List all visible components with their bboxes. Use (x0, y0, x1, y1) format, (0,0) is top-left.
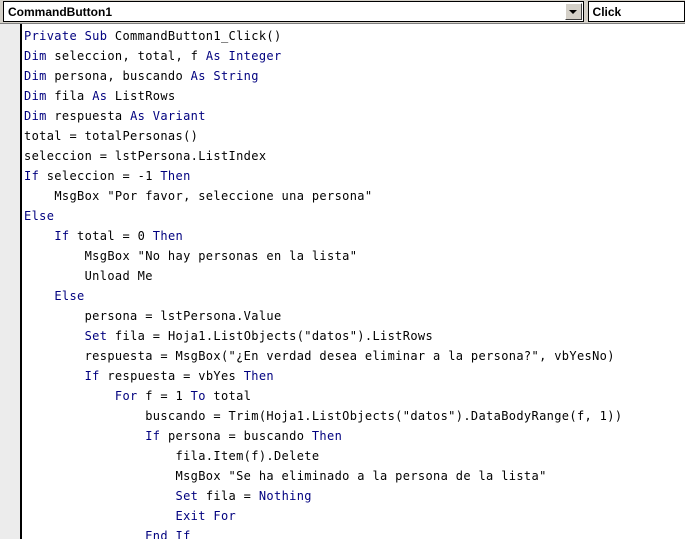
code-keyword: If (54, 229, 78, 243)
code-keyword: If (84, 369, 108, 383)
code-text: ListRows (114, 89, 176, 103)
code-text: persona = buscando (167, 429, 312, 443)
code-line: Else (24, 286, 685, 306)
code-keyword: Else (54, 289, 85, 303)
code-line: MsgBox "Se ha eliminado a la persona de … (24, 466, 685, 486)
code-keyword: Then (152, 229, 184, 243)
code-pane[interactable]: Private Sub CommandButton1_Click() Dim se… (0, 23, 685, 539)
code-text: respuesta = MsgBox("¿En verdad desea eli… (84, 349, 615, 363)
code-keyword: Set (84, 329, 115, 343)
object-combo[interactable]: CommandButton1 (3, 1, 584, 22)
code-keyword: If (145, 429, 168, 443)
code-keyword: As (92, 89, 115, 103)
code-line: If persona = buscando Then (24, 426, 685, 446)
code-window-toolbar: CommandButton1 Click (0, 0, 685, 23)
object-combo-value: CommandButton1 (8, 4, 112, 19)
code-line: If respuesta = vbYes Then (24, 366, 685, 386)
code-text: f = 1 (145, 389, 191, 403)
code-keyword: Private Sub (24, 29, 115, 43)
code-line: Dim seleccion, total, f As Integer (24, 46, 685, 66)
code-keyword: As String (190, 69, 259, 83)
code-line: Set fila = Hoja1.ListObjects("datos").Li… (24, 326, 685, 346)
code-text: persona, buscando (54, 69, 191, 83)
chevron-down-glyph (569, 9, 578, 14)
code-text-area[interactable]: Private Sub CommandButton1_Click() Dim se… (24, 26, 685, 539)
code-text: fila (54, 89, 93, 103)
code-keyword: Else (24, 209, 55, 223)
code-keyword: Dim (24, 49, 55, 63)
code-keyword: To (190, 389, 214, 403)
code-text: total (213, 389, 252, 403)
code-keyword: Then (160, 169, 191, 183)
code-line: total = totalPersonas() (24, 126, 685, 146)
code-text: MsgBox "Se ha eliminado a la persona de … (175, 469, 547, 483)
code-keyword: If (24, 169, 47, 183)
code-keyword: Dim (24, 89, 55, 103)
code-keyword: Dim (24, 69, 55, 83)
code-text: fila.Item(f).Delete (175, 449, 320, 463)
code-keyword: As Integer (205, 49, 282, 63)
code-text: respuesta (54, 109, 131, 123)
code-text: seleccion = lstPersona.ListIndex (24, 149, 267, 163)
code-line: Unload Me (24, 266, 685, 286)
code-line: seleccion = lstPersona.ListIndex (24, 146, 685, 166)
code-text: Unload Me (84, 269, 153, 283)
code-line: Else (24, 206, 685, 226)
procedure-combo[interactable]: Click (587, 1, 685, 22)
code-keyword: For (114, 389, 146, 403)
chevron-down-icon[interactable] (564, 3, 582, 20)
code-keyword: End If (145, 529, 191, 539)
code-line: Private Sub CommandButton1_Click() (24, 26, 685, 46)
code-keyword: Nothing (258, 489, 312, 503)
code-text: seleccion = -1 (46, 169, 161, 183)
code-text: persona = lstPersona.Value (84, 309, 282, 323)
code-line: Dim persona, buscando As String (24, 66, 685, 86)
code-text: respuesta = vbYes (107, 369, 244, 383)
code-line: buscando = Trim(Hoja1.ListObjects("datos… (24, 406, 685, 426)
code-text: total = totalPersonas() (24, 129, 199, 143)
code-line: End If (24, 526, 685, 539)
code-keyword: Then (311, 429, 343, 443)
code-line: Set fila = Nothing (24, 486, 685, 506)
code-line: MsgBox "Por favor, seleccione una person… (24, 186, 685, 206)
code-keyword: Exit For (175, 509, 237, 523)
code-text: fila = (205, 489, 259, 503)
margin-indicator-bar[interactable] (0, 24, 22, 539)
code-text: CommandButton1_Click() (114, 29, 282, 43)
procedure-combo-value: Click (592, 4, 622, 19)
code-text: MsgBox "No hay personas en la lista" (84, 249, 358, 263)
code-line: persona = lstPersona.Value (24, 306, 685, 326)
code-keyword: Set (175, 489, 206, 503)
code-text: buscando = Trim(Hoja1.ListObjects("datos… (145, 409, 623, 423)
code-line: If seleccion = -1 Then (24, 166, 685, 186)
code-line: respuesta = MsgBox("¿En verdad desea eli… (24, 346, 685, 366)
code-text: MsgBox "Por favor, seleccione una person… (54, 189, 373, 203)
code-keyword: Then (243, 369, 274, 383)
code-line: Dim fila As ListRows (24, 86, 685, 106)
code-line: If total = 0 Then (24, 226, 685, 246)
code-text: seleccion, total, f (54, 49, 206, 63)
code-keyword: Dim (24, 109, 55, 123)
code-text: fila = Hoja1.ListObjects("datos").ListRo… (114, 329, 434, 343)
code-text: total = 0 (77, 229, 153, 243)
code-line: fila.Item(f).Delete (24, 446, 685, 466)
code-line: For f = 1 To total (24, 386, 685, 406)
code-keyword: As Variant (130, 109, 206, 123)
code-line: Exit For (24, 506, 685, 526)
code-line: MsgBox "No hay personas en la lista" (24, 246, 685, 266)
code-line: Dim respuesta As Variant (24, 106, 685, 126)
